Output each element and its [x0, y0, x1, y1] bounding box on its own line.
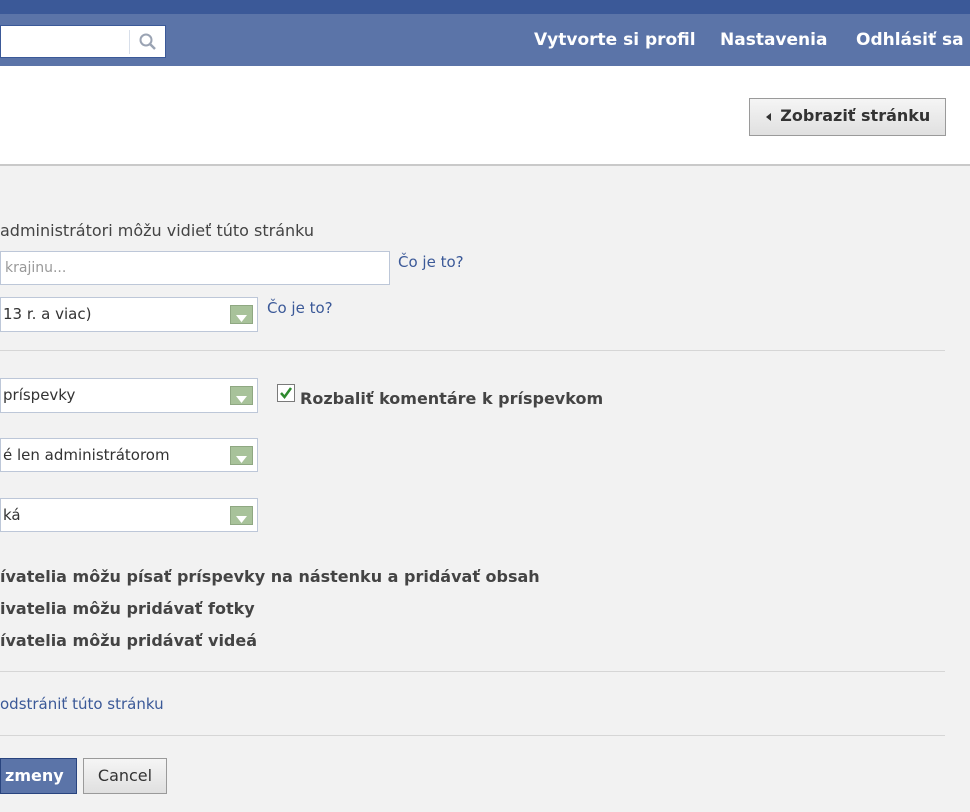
- logout-link[interactable]: Odhlásiť sa: [856, 30, 964, 50]
- chevron-down-icon: [230, 506, 253, 525]
- permission-wall-posts: ívatelia môžu písať príspevky na nástenk…: [0, 567, 540, 586]
- arrow-left-icon: [765, 106, 781, 125]
- age-help-link[interactable]: Čo je to?: [267, 299, 333, 317]
- divider-3: [0, 735, 945, 736]
- chevron-down-icon: [230, 446, 253, 465]
- country-help-link[interactable]: Čo je to?: [398, 253, 464, 271]
- search-divider: [129, 30, 130, 54]
- country-input[interactable]: krajinu...: [0, 251, 390, 285]
- third-select[interactable]: ká: [0, 498, 258, 532]
- permission-photos: ivatelia môžu pridávať fotky: [0, 599, 255, 618]
- search-input[interactable]: [3, 28, 127, 56]
- permission-videos: ívatelia môžu pridávať videá: [0, 631, 258, 650]
- cancel-button[interactable]: Cancel: [83, 758, 167, 794]
- divider-1: [0, 350, 945, 351]
- chevron-down-icon: [230, 305, 253, 324]
- posts-select[interactable]: príspevky: [0, 378, 258, 413]
- page-header: Zobraziť stránku: [0, 66, 970, 166]
- chevron-down-icon: [230, 386, 253, 405]
- top-navigation-bar: Vytvorte si profil Nastavenia Odhlásiť s…: [0, 0, 970, 66]
- third-select-value: ká: [3, 506, 21, 524]
- search-box[interactable]: [0, 25, 166, 58]
- create-profile-link[interactable]: Vytvorte si profil: [534, 30, 696, 50]
- age-restriction-select[interactable]: 13 r. a viac): [0, 297, 258, 332]
- search-icon[interactable]: [137, 32, 159, 52]
- expand-comments-label: Rozbaliť komentáre k príspevkom: [300, 389, 604, 408]
- checkmark-icon: [278, 386, 294, 405]
- visibility-label: administrátori môžu vidieť túto stránku: [0, 221, 315, 240]
- admins-select[interactable]: é len administrátorom: [0, 438, 258, 472]
- posts-select-value: príspevky: [3, 386, 76, 404]
- top-stripe: [0, 0, 970, 14]
- save-changes-button[interactable]: zmeny: [0, 758, 77, 794]
- view-page-button[interactable]: Zobraziť stránku: [749, 98, 946, 136]
- expand-comments-checkbox[interactable]: [277, 384, 295, 402]
- divider-2: [0, 671, 945, 672]
- settings-link[interactable]: Nastavenia: [720, 30, 827, 50]
- age-select-value: 13 r. a viac): [3, 305, 92, 323]
- delete-page-link[interactable]: odstrániť túto stránku: [0, 695, 164, 713]
- admins-select-value: é len administrátorom: [3, 446, 170, 464]
- view-page-label: Zobraziť stránku: [780, 106, 931, 125]
